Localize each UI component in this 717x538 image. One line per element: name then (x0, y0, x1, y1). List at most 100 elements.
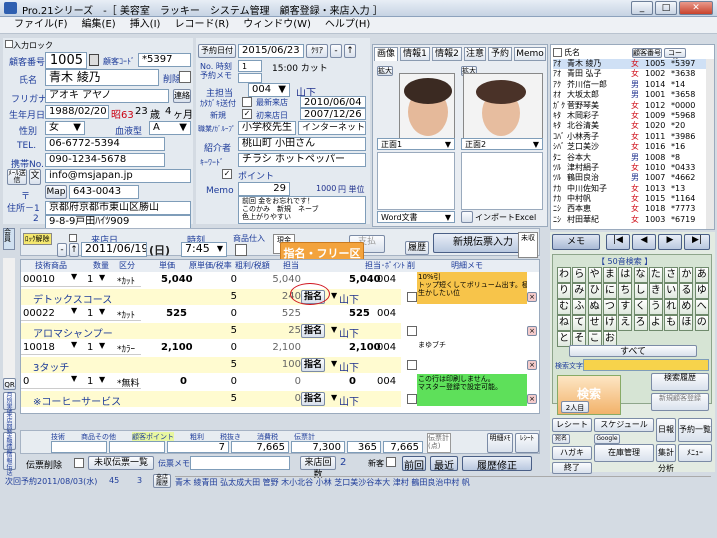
first-visit-field[interactable]: 2007/12/26 (300, 108, 366, 120)
customer-row[interactable]: ｵｵ 大坂太郎 男 1001 *3658 (553, 90, 711, 100)
point-checkbox[interactable]: ✓ (222, 169, 232, 179)
scrollbar[interactable] (706, 59, 714, 229)
kana-button[interactable]: た (648, 267, 663, 283)
designation-select[interactable]: 指名 (301, 324, 325, 338)
kana-button[interactable]: て (572, 315, 587, 331)
customer-row[interactable]: ﾅｶ 中村帆 女 1015 *1164 (553, 194, 711, 204)
new-customer-checkbox[interactable] (386, 457, 396, 467)
customer-row[interactable]: ﾀﾆ 谷本大 男 1008 *8 (553, 153, 711, 163)
schedule-button[interactable]: スケジュール (594, 418, 654, 432)
kana-button[interactable]: ろ (633, 315, 648, 331)
kana-button[interactable]: ね (557, 315, 571, 331)
cost-value[interactable]: 0 (217, 308, 237, 319)
kana-button[interactable]: す (618, 299, 633, 315)
price-value[interactable]: 5,040 (161, 274, 193, 285)
finance-button[interactable]: 金融情報 (3, 432, 16, 457)
visit-history-button[interactable]: 来店履歴 (153, 474, 171, 488)
tel-field[interactable]: 06-6772-5394 (45, 137, 165, 151)
kana-button[interactable]: ぬ (587, 299, 602, 315)
lock-release-button[interactable]: ﾛｯｸ解除 (23, 233, 52, 245)
qty-value[interactable]: 1 (87, 274, 93, 285)
sex-select[interactable]: 女 ▼ (45, 121, 85, 135)
kind-value[interactable]: *無料 (117, 376, 140, 389)
kana-button[interactable]: か (679, 267, 694, 283)
visit-count-button[interactable]: 来店回数 (300, 456, 336, 480)
close-button[interactable]: ✕ (679, 1, 713, 15)
address2-field[interactable]: 9-8-9戸田ﾊｲﾂ909 (45, 215, 191, 229)
tab-memo[interactable]: Memo (514, 47, 546, 61)
designation-select[interactable]: 指名 (301, 392, 325, 406)
visit-date-field[interactable]: 2011/06/19 (81, 242, 147, 257)
kana-button[interactable]: え (618, 315, 633, 331)
tanto-select[interactable]: 004 ▼ (248, 83, 290, 97)
price-value[interactable]: 2,100 (161, 342, 193, 353)
qr-button[interactable]: QR (3, 378, 16, 390)
chevron-down-icon[interactable]: ▼ (99, 307, 105, 316)
reserve-date-field[interactable]: 2015/06/23 (238, 44, 304, 58)
kana-button[interactable]: く (633, 299, 648, 315)
daily-report-button[interactable]: 日報 (656, 418, 676, 442)
staff-code[interactable]: 004 (377, 376, 396, 387)
menu-file[interactable]: ファイル(F) (14, 17, 68, 33)
price-value[interactable]: 0 (161, 376, 187, 387)
table-row[interactable]: 10018 ▼ 1 ▼ *ｶﾗｰ 2,100 0 2,100 2,100 004… (21, 340, 539, 374)
transfer-button[interactable]: 情報伝送 (3, 452, 16, 477)
tab-reserve[interactable]: 予約 (488, 47, 512, 61)
kana-button[interactable]: ら (572, 267, 587, 283)
gross-value[interactable]: 525 (261, 308, 301, 319)
menu-insert[interactable]: 挿入(I) (130, 17, 161, 33)
chevron-down-icon[interactable]: ▼ (99, 341, 105, 350)
kana-button[interactable]: ち (618, 283, 633, 299)
kana-button[interactable]: な (633, 267, 648, 283)
delete-row-checkbox[interactable] (407, 394, 417, 404)
kana-button[interactable]: り (557, 283, 571, 299)
item-name[interactable]: デトックスコース (33, 291, 112, 306)
chevron-down-icon[interactable]: ▼ (99, 375, 105, 384)
maximize-button[interactable]: □ (655, 1, 677, 15)
name-field[interactable]: 青木 綾乃 (45, 69, 159, 86)
gross-value[interactable]: 5,040 (261, 274, 301, 285)
import-checkbox[interactable] (461, 211, 473, 223)
customer-row[interactable]: ｺﾊﾞ 小林秀子 女 1011 *3986 (553, 132, 711, 142)
arrow-up-button[interactable]: - (330, 44, 342, 58)
postcard-button[interactable]: ハガキ (552, 446, 592, 460)
reserve-memo-field[interactable] (238, 73, 262, 83)
kana-button[interactable]: へ (694, 299, 709, 315)
address1-field[interactable]: 京都府京都市東山区勝山 (45, 201, 191, 215)
kana-button[interactable]: ひ (587, 283, 602, 299)
kind-value[interactable]: *ｶﾗｰ (117, 342, 135, 355)
blood-select[interactable]: A ▼ (149, 121, 191, 135)
search-history-button[interactable]: 検索履歴 (651, 373, 709, 391)
price-value[interactable]: 525 (161, 308, 187, 319)
new-register-button[interactable]: 新規顧客登録 (651, 393, 709, 411)
chevron-down-icon[interactable]: ▼ (99, 273, 105, 282)
kind-value[interactable]: *ｶｯﾄ (117, 308, 135, 321)
word-select[interactable]: Word文書 ▼ (377, 211, 455, 223)
select-all-checkbox[interactable] (553, 48, 562, 57)
close-icon[interactable]: × (527, 326, 537, 336)
kind-value[interactable]: *ｶｯﾄ (117, 274, 135, 287)
header-no[interactable]: 顧客番号 (632, 47, 662, 58)
kana-button[interactable]: し (633, 283, 648, 299)
birth-field[interactable]: 1988/02/20 (45, 105, 109, 119)
customer-row[interactable]: ｷﾀ 木岡彩子 女 1009 *5968 (553, 111, 711, 121)
gross-value[interactable]: 0 (261, 376, 301, 387)
delete-row-checkbox[interactable] (407, 292, 417, 302)
lock-checkbox[interactable] (69, 234, 77, 242)
customer-row[interactable]: ｱｸ 芥川信一郎 男 1014 *14 (553, 80, 711, 90)
kana-button[interactable]: つ (602, 299, 617, 315)
second-person-button[interactable]: 2人目 (561, 401, 589, 413)
qty-value[interactable]: 1 (87, 308, 93, 319)
map-button[interactable]: Map (45, 185, 67, 199)
customer-row[interactable]: ｱｵ 青木 綾乃 女 1005 *5397 (553, 59, 711, 70)
close-icon[interactable]: × (527, 360, 537, 370)
latest-visit-field[interactable]: 2010/06/04 (300, 96, 366, 108)
customer-row[interactable]: ｶﾞｸ 菅野琴美 女 1012 *0000 (553, 101, 711, 111)
row-memo[interactable]: まゆブチ (417, 340, 527, 372)
kana-button[interactable]: い (664, 283, 679, 299)
customer-photo-2[interactable] (463, 73, 543, 145)
chevron-down-icon[interactable]: ▼ (71, 340, 77, 349)
history-fix-button[interactable]: 履歴修正 (462, 456, 532, 472)
slip-delete-checkbox[interactable] (74, 458, 84, 468)
visits-button[interactable]: 来店回数 (3, 412, 16, 437)
